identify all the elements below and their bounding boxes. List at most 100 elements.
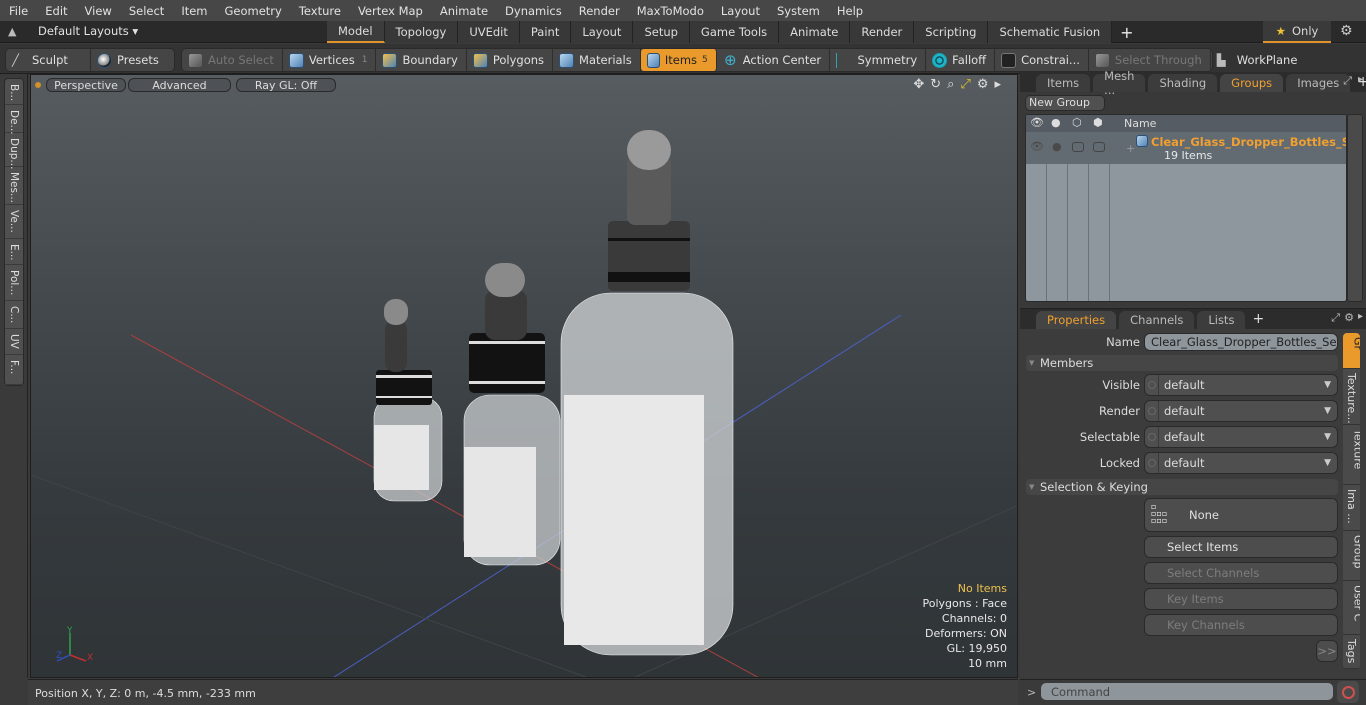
- workplane-button[interactable]: ▙ WorkPlane: [1211, 49, 1306, 71]
- menu-vertex-map[interactable]: Vertex Map: [349, 4, 431, 18]
- lock-toggle[interactable]: [1093, 142, 1105, 152]
- perspective-dropdown[interactable]: Perspective: [46, 78, 126, 92]
- none-button[interactable]: ▫ ▫▫▫ ▫▫▫ None: [1144, 498, 1338, 532]
- boundary-button[interactable]: Boundary: [376, 49, 467, 71]
- command-input[interactable]: Command: [1041, 683, 1333, 700]
- groups-tab-mesh[interactable]: Mesh ...: [1093, 69, 1146, 97]
- groups-scrollbar[interactable]: [1347, 114, 1363, 302]
- materials-button[interactable]: Materials: [553, 49, 641, 71]
- select-items-button[interactable]: Select Items: [1144, 536, 1338, 558]
- menu-animate[interactable]: Animate: [431, 4, 496, 18]
- only-button[interactable]: ★ Only: [1263, 21, 1331, 43]
- left-tab[interactable]: De...: [5, 105, 23, 135]
- record-button[interactable]: [1337, 681, 1359, 703]
- maximize-icon[interactable]: ⤢: [960, 77, 970, 92]
- select-through-button[interactable]: Select Through: [1089, 49, 1211, 71]
- layout-tab-setup[interactable]: Setup: [633, 21, 690, 43]
- polygons-button[interactable]: Polygons: [467, 49, 554, 71]
- left-tab[interactable]: F...: [5, 355, 23, 385]
- render-toggle-icon[interactable]: ●: [1052, 140, 1062, 153]
- side-tab[interactable]: User C ...: [1343, 581, 1360, 635]
- vertices-button[interactable]: Vertices 1: [283, 49, 377, 71]
- menu-file[interactable]: File: [0, 4, 36, 18]
- selection-keying-section[interactable]: Selection & Keying: [1026, 479, 1338, 495]
- left-tab[interactable]: Pol...: [5, 265, 23, 301]
- menu-layout[interactable]: Layout: [712, 4, 768, 18]
- left-tab[interactable]: Dup...: [5, 133, 23, 169]
- menu-help[interactable]: Help: [828, 4, 871, 18]
- gear-icon[interactable]: ⚙: [977, 77, 989, 92]
- layout-tab-uvedit[interactable]: UVEdit: [458, 21, 520, 43]
- left-tab[interactable]: Mes...: [5, 167, 23, 205]
- layout-tab-game-tools[interactable]: Game Tools: [689, 21, 780, 43]
- properties-tab-properties[interactable]: Properties: [1036, 311, 1117, 329]
- arrow-right-icon[interactable]: ▸: [994, 77, 1001, 92]
- left-tab[interactable]: C...: [5, 301, 23, 329]
- menu-edit[interactable]: Edit: [36, 4, 75, 18]
- properties-tab-lists[interactable]: Lists: [1197, 311, 1246, 329]
- rotate-icon[interactable]: ↻: [930, 77, 941, 92]
- visible-dropdown[interactable]: default ▼: [1144, 374, 1338, 396]
- menu-geometry[interactable]: Geometry: [216, 4, 290, 18]
- gear-icon[interactable]: ⚙: [1340, 23, 1353, 39]
- layout-tab-layout[interactable]: Layout: [571, 21, 634, 43]
- groups-tab-groups[interactable]: Groups: [1220, 74, 1284, 92]
- arrow-right-icon[interactable]: ▸: [1358, 311, 1363, 322]
- menu-maxtomodo[interactable]: MaxToModo: [628, 4, 712, 18]
- menu-dynamics[interactable]: Dynamics: [496, 4, 570, 18]
- gear-icon[interactable]: ⚙: [1344, 311, 1354, 324]
- selectable-dropdown[interactable]: default ▼: [1144, 426, 1338, 448]
- menu-texture[interactable]: Texture: [290, 4, 349, 18]
- menu-item[interactable]: Item: [172, 4, 215, 18]
- layout-tab-model[interactable]: Model: [327, 21, 385, 43]
- layout-tab-paint[interactable]: Paint: [519, 21, 572, 43]
- layout-tab-scripting[interactable]: Scripting: [914, 21, 989, 43]
- select-channels-button[interactable]: Select Channels: [1144, 562, 1338, 584]
- presets-button[interactable]: Presets: [91, 49, 167, 71]
- layouts-dropdown[interactable]: Default Layouts ▾: [38, 24, 138, 38]
- layout-tab-topology[interactable]: Topology: [384, 21, 459, 43]
- side-tab[interactable]: Gr ...: [1343, 333, 1360, 369]
- expand-icon[interactable]: ⤢: [1331, 311, 1340, 325]
- menu-view[interactable]: View: [76, 4, 120, 18]
- constraints-button[interactable]: Constrai...: [995, 49, 1089, 71]
- groups-tab-images[interactable]: Images: [1286, 74, 1351, 92]
- falloff-button[interactable]: Falloff: [926, 49, 996, 71]
- action-center-button[interactable]: ⊕ Action Center: [717, 49, 831, 71]
- key-channels-button[interactable]: Key Channels: [1144, 614, 1338, 636]
- expand-icon[interactable]: ⤢: [1343, 74, 1352, 88]
- arrow-right-icon[interactable]: ▸: [1358, 74, 1363, 85]
- collapse-up-icon[interactable]: ▲: [8, 25, 20, 39]
- viewport-menu-dot[interactable]: [35, 82, 41, 88]
- name-field[interactable]: Clear_Glass_Dropper_Bottles_Set (21: [1144, 333, 1338, 351]
- side-tab[interactable]: Texture...: [1343, 369, 1360, 425]
- items-button[interactable]: Items 5: [640, 49, 717, 71]
- layout-tab-render[interactable]: Render: [850, 21, 915, 43]
- expand-plus-icon[interactable]: +: [1126, 142, 1135, 155]
- side-tab[interactable]: Ima ...: [1343, 485, 1360, 531]
- auto-select-button[interactable]: Auto Select: [182, 49, 283, 71]
- key-items-button[interactable]: Key Items: [1144, 588, 1338, 610]
- left-tab[interactable]: UV: [5, 329, 23, 355]
- symmetry-button[interactable]: Symmetry: [830, 49, 927, 71]
- side-tab[interactable]: Group ...: [1343, 531, 1360, 581]
- more-button[interactable]: >>: [1316, 640, 1338, 662]
- left-tab[interactable]: B...: [5, 79, 23, 105]
- groups-tab-items[interactable]: Items: [1036, 74, 1091, 92]
- groups-tab-shading[interactable]: Shading: [1148, 74, 1218, 92]
- visibility-toggle-icon[interactable]: 👁: [1030, 140, 1044, 153]
- zoom-icon[interactable]: ⌕: [947, 77, 954, 92]
- selectable-toggle[interactable]: [1072, 142, 1084, 152]
- menu-system[interactable]: System: [768, 4, 828, 18]
- left-tab[interactable]: E...: [5, 239, 23, 265]
- properties-tab-channels[interactable]: Channels: [1119, 311, 1195, 329]
- name-column-header[interactable]: Name: [1124, 117, 1156, 130]
- menu-render[interactable]: Render: [570, 4, 628, 18]
- members-section[interactable]: Members: [1026, 355, 1338, 371]
- raygl-toggle[interactable]: Ray GL: Off: [236, 78, 336, 92]
- pan-icon[interactable]: ✥: [913, 77, 924, 92]
- shading-dropdown[interactable]: Advanced: [128, 78, 231, 92]
- group-row[interactable]: 👁 ● + Clear_Glass_Dropper_Bottles_S ... …: [1026, 132, 1346, 164]
- side-tab[interactable]: Texture ...: [1343, 425, 1360, 485]
- add-tab-icon[interactable]: +: [1252, 311, 1264, 327]
